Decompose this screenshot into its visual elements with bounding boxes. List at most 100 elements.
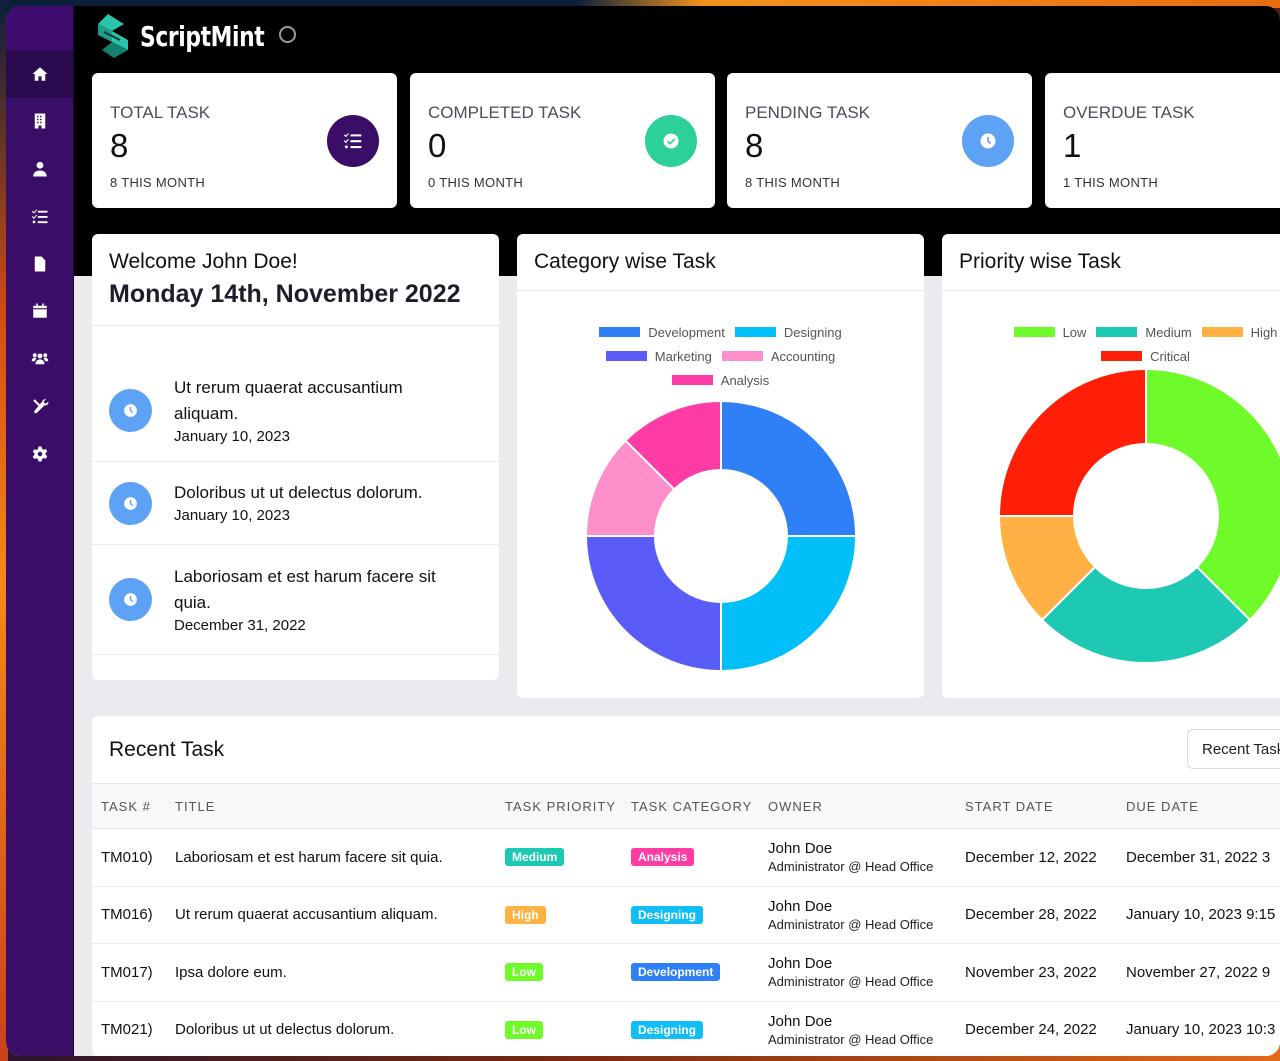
donut-slice-medium[interactable] xyxy=(1040,565,1252,664)
upcoming-event-list: Ut rerum quaerat accusantium aliquam. Ja… xyxy=(92,326,499,655)
category-donut-chart xyxy=(584,399,858,673)
category-chart-panel: Category wise Task Development Designing M… xyxy=(517,234,924,698)
legend-label: Designing xyxy=(783,324,842,340)
donut-slice-analysis[interactable] xyxy=(624,399,722,491)
legend-label: Low xyxy=(1062,324,1087,340)
legend-swatch xyxy=(671,375,713,385)
priority-donut-chart xyxy=(997,367,1280,664)
column-header-priority[interactable]: TASK PRIORITY xyxy=(496,784,622,829)
legend-row: Marketing Accounting xyxy=(517,344,924,368)
owner-name: John Doe xyxy=(768,955,833,973)
legend-swatch xyxy=(605,351,647,361)
stat-card-total-task: TOTAL TASK 8 8 THIS MONTH xyxy=(92,73,397,208)
building-icon xyxy=(34,113,45,129)
column-header-category[interactable]: TASK CATEGORY xyxy=(622,784,759,829)
recent-task-filter-button[interactable]: Recent Task xyxy=(1187,729,1280,769)
legend-swatch xyxy=(1096,327,1138,337)
start-date: December 28, 2022 xyxy=(965,906,1097,924)
home-icon xyxy=(32,67,47,81)
owner-role: Administrator @ Head Office xyxy=(768,1031,934,1047)
sidebar-item-teams[interactable] xyxy=(6,335,73,383)
owner-role: Administrator @ Head Office xyxy=(768,859,934,875)
sidebar-item-documents[interactable] xyxy=(6,240,73,288)
event-title: Laboriosam et est harum facere sit quia. xyxy=(174,566,436,612)
donut-slice-high[interactable] xyxy=(997,515,1097,622)
column-header-task-number[interactable]: TASK # xyxy=(92,784,166,829)
task-title[interactable]: Doloribus ut ut delectus dolorum. xyxy=(166,1001,496,1056)
task-title[interactable]: Laboriosam et est harum facere sit quia. xyxy=(166,829,496,887)
welcome-greeting: Welcome John Doe! xyxy=(109,250,298,273)
task-list-icon xyxy=(327,115,379,167)
event-list-item[interactable]: Ut rerum quaerat accusantium aliquam. Ja… xyxy=(92,360,499,462)
legend-item-development[interactable]: Development xyxy=(599,325,725,340)
legend-item-designing[interactable]: Designing xyxy=(734,324,842,340)
category-badge: Designing xyxy=(631,905,704,924)
legend-item-accounting[interactable]: Accounting xyxy=(721,349,835,364)
legend-swatch xyxy=(599,327,641,337)
stat-subtext: 8 THIS MONTH xyxy=(110,175,206,190)
users-icon xyxy=(31,353,48,364)
column-header-start-date[interactable]: START DATE xyxy=(956,784,1117,829)
app-logo[interactable]: ScriptMint xyxy=(90,10,299,62)
event-list-item[interactable]: Laboriosam et est harum facere sit quia.… xyxy=(92,545,499,655)
task-title[interactable]: Ipsa dolore eum. xyxy=(166,944,496,1002)
sidebar-item-tasks[interactable] xyxy=(6,193,73,241)
legend-item-medium[interactable]: Medium xyxy=(1096,324,1192,340)
sidebar-item-calendar[interactable] xyxy=(6,288,73,336)
donut-slice-critical[interactable] xyxy=(997,367,1147,517)
legend-label: Medium xyxy=(1145,324,1192,340)
priority-badge: High xyxy=(505,905,546,924)
legend-label: Critical xyxy=(1150,348,1190,364)
task-number: TM010) xyxy=(101,848,153,866)
due-date: November 27, 2022 9 xyxy=(1126,963,1271,981)
stat-label: TOTAL TASK xyxy=(110,103,211,122)
legend-item-critical[interactable]: Critical xyxy=(1101,349,1190,364)
sidebar-item-employees[interactable] xyxy=(6,145,73,193)
donut-slice-development[interactable] xyxy=(720,399,858,537)
stat-value: 8 xyxy=(745,127,764,164)
sidebar-item-utilities[interactable] xyxy=(6,383,73,431)
event-title: Doloribus ut ut delectus dolorum. xyxy=(174,483,423,502)
recent-task-title: Recent Task xyxy=(109,738,225,761)
welcome-header: Welcome John Doe! Monday 14th, November … xyxy=(92,234,499,326)
legend-item-marketing[interactable]: Marketing xyxy=(605,349,712,364)
sidebar-item-organization[interactable] xyxy=(6,98,73,146)
clock-icon xyxy=(962,115,1014,167)
donut-slice-designing[interactable] xyxy=(720,535,858,673)
stat-value: 0 xyxy=(428,127,447,164)
priority-chart-title: Priority wise Task xyxy=(942,234,1280,291)
current-date: Monday 14th, November 2022 xyxy=(109,280,461,308)
category-badge: Analysis xyxy=(631,848,695,867)
task-number: TM021) xyxy=(101,1021,153,1039)
stat-subtext: 8 THIS MONTH xyxy=(745,175,841,190)
column-header-due-date[interactable]: DUE DATE xyxy=(1117,784,1280,829)
table-row[interactable]: TM021) Doloribus ut ut delectus dolorum.… xyxy=(92,1001,1280,1056)
owner-name: John Doe xyxy=(768,840,833,858)
table-row[interactable]: TM010) Laboriosam et est harum facere si… xyxy=(92,829,1280,887)
legend-label: High xyxy=(1250,324,1278,340)
sidebar-item-settings[interactable] xyxy=(6,430,73,478)
legend-swatch xyxy=(721,351,763,361)
legend-item-analysis[interactable]: Analysis xyxy=(671,373,769,388)
donut-slice-low[interactable] xyxy=(1145,367,1280,622)
recent-task-panel: Recent Task Recent Task TASK # TITLE TAS… xyxy=(92,716,1280,1056)
task-title[interactable]: Ut rerum quaerat accusantium aliquam. xyxy=(166,886,496,944)
event-list-item[interactable]: Doloribus ut ut delectus dolorum. Januar… xyxy=(92,462,499,545)
sidebar-item-dashboard[interactable] xyxy=(6,50,73,98)
legend-label: Development xyxy=(648,324,725,340)
table-row[interactable]: TM017) Ipsa dolore eum. Low Development … xyxy=(92,944,1280,1002)
table-row[interactable]: TM016) Ut rerum quaerat accusantium aliq… xyxy=(92,886,1280,944)
column-header-owner[interactable]: OWNER xyxy=(759,784,956,829)
calendar-icon xyxy=(32,303,47,318)
table-header-row: TASK # TITLE TASK PRIORITY TASK CATEGORY… xyxy=(92,783,1280,829)
priority-chart-legend: Low Medium High Critical xyxy=(942,320,1280,368)
column-header-title[interactable]: TITLE xyxy=(166,784,496,829)
stat-label: PENDING TASK xyxy=(745,103,871,122)
donut-slice-marketing[interactable] xyxy=(584,535,722,673)
donut-slice-accounting[interactable] xyxy=(584,439,676,537)
legend-item-high[interactable]: High xyxy=(1201,324,1278,340)
owner-role: Administrator @ Head Office xyxy=(768,916,934,932)
legend-swatch xyxy=(1013,327,1055,337)
status-indicator-icon[interactable] xyxy=(279,26,296,43)
legend-item-low[interactable]: Low xyxy=(1013,324,1087,340)
